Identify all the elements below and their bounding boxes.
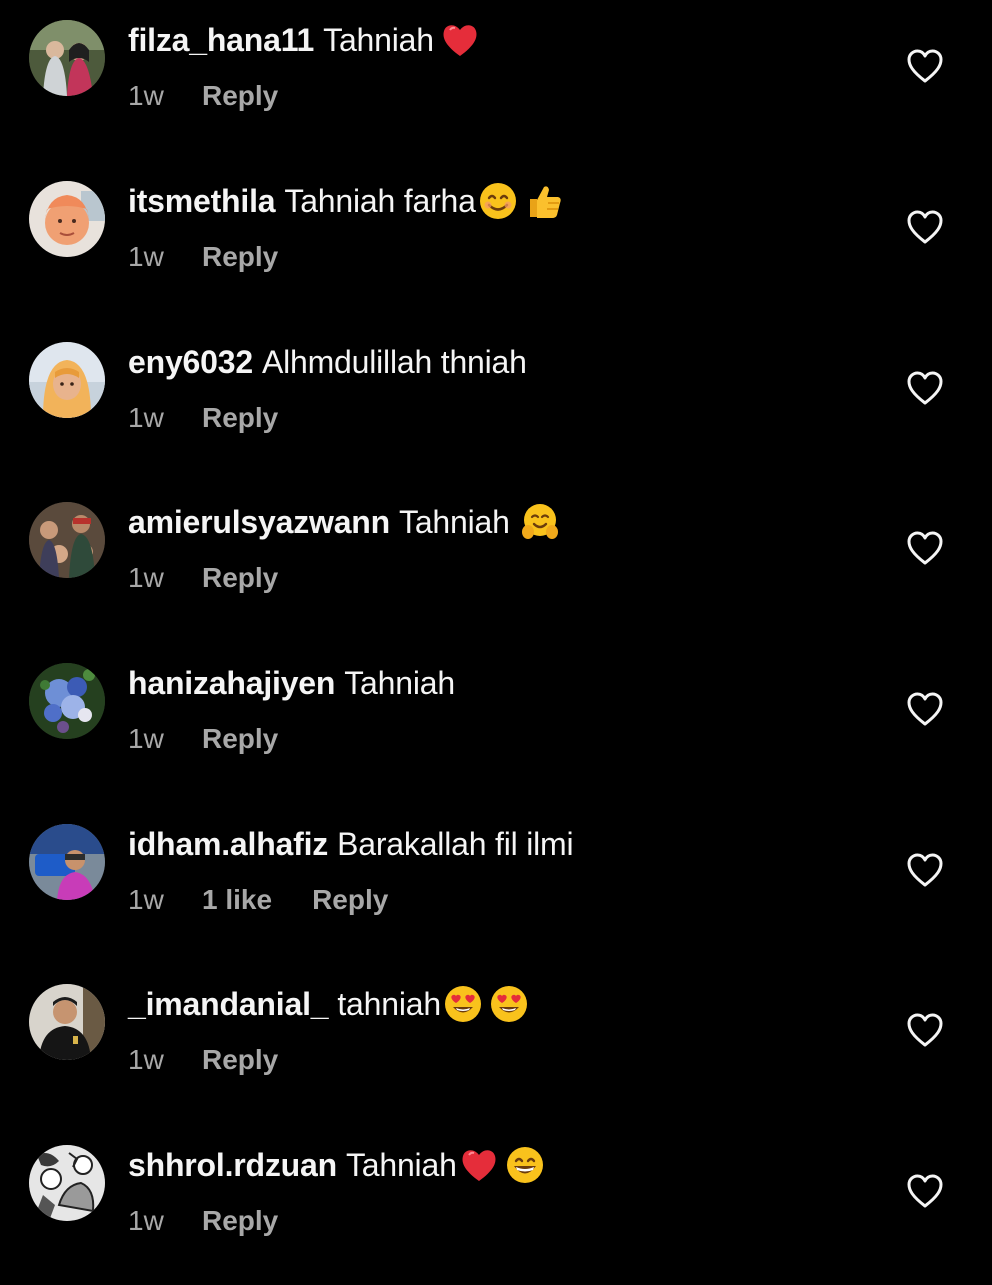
like-heart-icon[interactable] xyxy=(906,370,944,406)
comment-text: Tahniah xyxy=(345,1147,457,1183)
reply-button[interactable]: Reply xyxy=(202,80,278,112)
comment-body: filza_hana11 Tahniah xyxy=(128,20,480,60)
comment-username[interactable]: _imandanial_ xyxy=(128,984,329,1024)
comment-username[interactable]: shhrol.rdzuan xyxy=(128,1145,337,1185)
comment-item: _imandanial_ tahniah 1w Reply xyxy=(0,964,992,1124)
comment-time: 1w xyxy=(128,1205,164,1236)
comment-time: 1w xyxy=(128,562,164,593)
comment-time: 1w xyxy=(128,1044,164,1075)
comment-username[interactable]: eny6032 xyxy=(128,342,253,382)
like-count[interactable]: 1 like xyxy=(202,884,272,916)
comment-list: filza_hana11 Tahniah 1w Reply itsmethila… xyxy=(0,0,992,1280)
like-heart-icon[interactable] xyxy=(906,530,944,566)
comment-text: Tahniah farha xyxy=(284,183,476,219)
comment-meta: 1w Reply xyxy=(128,1203,278,1239)
comment-item: hanizahajiyen Tahniah 1w Reply xyxy=(0,643,992,803)
comment-username[interactable]: itsmethila xyxy=(128,181,276,221)
hugging-face-icon xyxy=(520,502,560,542)
reply-button[interactable]: Reply xyxy=(202,1044,278,1076)
comment-body: itsmethila Tahniah farha xyxy=(128,181,564,221)
grinning-face-icon xyxy=(505,1145,545,1185)
reply-button[interactable]: Reply xyxy=(312,884,388,916)
comment-item: filza_hana11 Tahniah 1w Reply xyxy=(0,0,992,160)
comment-item: amierulsyazwann Tahniah 1w Reply xyxy=(0,482,992,642)
comment-meta: 1w Reply xyxy=(128,400,278,436)
avatar[interactable] xyxy=(29,1145,105,1221)
red-heart-icon xyxy=(459,1145,499,1185)
like-heart-icon[interactable] xyxy=(906,691,944,727)
comment-text: Barakallah fil ilmi xyxy=(337,826,574,862)
comment-time: 1w xyxy=(128,241,164,272)
comment-text: Tahniah xyxy=(344,665,455,701)
comment-meta: 1w Reply xyxy=(128,560,278,596)
comment-meta: 1w Reply xyxy=(128,239,278,275)
avatar[interactable] xyxy=(29,342,105,418)
comment-meta: 1w Reply xyxy=(128,1042,278,1078)
comment-item: idham.alhafiz Barakallah fil ilmi 1w 1 l… xyxy=(0,804,992,964)
heart-eyes-icon xyxy=(489,984,529,1024)
comment-item: shhrol.rdzuan Tahniah 1w Reply xyxy=(0,1125,992,1285)
like-heart-icon[interactable] xyxy=(906,48,944,84)
comment-username[interactable]: amierulsyazwann xyxy=(128,502,390,542)
avatar[interactable] xyxy=(29,824,105,900)
thumbs-up-icon xyxy=(524,181,564,221)
reply-button[interactable]: Reply xyxy=(202,723,278,755)
comment-time: 1w xyxy=(128,80,164,111)
reply-button[interactable]: Reply xyxy=(202,1205,278,1237)
like-heart-icon[interactable] xyxy=(906,1012,944,1048)
comment-meta: 1w Reply xyxy=(128,78,278,114)
comment-item: eny6032 Alhmdulillah thniah 1w Reply xyxy=(0,322,992,482)
comment-time: 1w xyxy=(128,402,164,433)
comment-text: tahniah xyxy=(337,986,441,1022)
comment-text: Tahniah xyxy=(323,22,434,58)
avatar[interactable] xyxy=(29,502,105,578)
comment-body: idham.alhafiz Barakallah fil ilmi xyxy=(128,824,574,864)
comment-text: Tahniah xyxy=(399,504,510,540)
smiling-face-icon xyxy=(478,181,518,221)
comment-time: 1w xyxy=(128,723,164,754)
comment-time: 1w xyxy=(128,884,164,915)
comment-username[interactable]: hanizahajiyen xyxy=(128,663,335,703)
like-heart-icon[interactable] xyxy=(906,209,944,245)
comment-item: itsmethila Tahniah farha 1w Reply xyxy=(0,161,992,321)
comment-username[interactable]: filza_hana11 xyxy=(128,20,314,60)
avatar[interactable] xyxy=(29,984,105,1060)
comment-body: hanizahajiyen Tahniah xyxy=(128,663,455,703)
reply-button[interactable]: Reply xyxy=(202,562,278,594)
like-heart-icon[interactable] xyxy=(906,852,944,888)
red-heart-icon xyxy=(440,20,480,60)
avatar[interactable] xyxy=(29,663,105,739)
comment-username[interactable]: idham.alhafiz xyxy=(128,824,328,864)
avatar[interactable] xyxy=(29,20,105,96)
comment-body: amierulsyazwann Tahniah xyxy=(128,502,560,542)
comment-body: _imandanial_ tahniah xyxy=(128,984,529,1024)
comment-text: Alhmdulillah thniah xyxy=(261,344,527,380)
comment-meta: 1w Reply xyxy=(128,721,278,757)
reply-button[interactable]: Reply xyxy=(202,241,278,273)
comment-meta: 1w 1 like Reply xyxy=(128,882,388,918)
like-heart-icon[interactable] xyxy=(906,1173,944,1209)
comment-body: eny6032 Alhmdulillah thniah xyxy=(128,342,527,382)
avatar[interactable] xyxy=(29,181,105,257)
reply-button[interactable]: Reply xyxy=(202,402,278,434)
comment-body: shhrol.rdzuan Tahniah xyxy=(128,1145,545,1185)
heart-eyes-icon xyxy=(443,984,483,1024)
